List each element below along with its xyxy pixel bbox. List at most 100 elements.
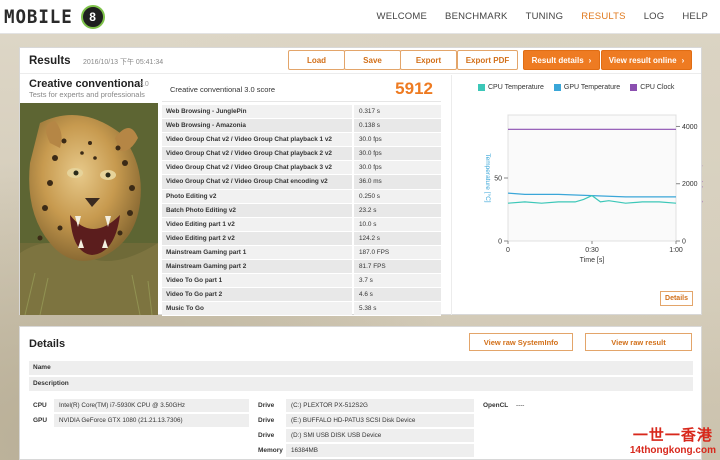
cpu-value: Intel(R) Core(TM) i7-5930K CPU @ 3.50GHz (54, 399, 249, 412)
subtest-row: Batch Photo Editing v2 23.2 s (162, 203, 441, 218)
drive-value: (E:) BUFFALO HD-PATU3 SCSI Disk Device (286, 414, 474, 427)
subtest-value: 10.0 s (354, 217, 441, 231)
y-left-tick-label: 50 (494, 176, 502, 183)
drive-label: Drive (258, 432, 275, 439)
description-label: Description (33, 380, 69, 387)
watermark-line-1: 一世一香港 (632, 427, 713, 444)
view-raw-result-button[interactable]: View raw result (585, 333, 692, 351)
export-button[interactable]: Export (400, 50, 457, 70)
subtest-name: Web Browsing - JunglePin (162, 105, 352, 119)
legend-item-cpu-clock: CPU Clock (630, 84, 674, 91)
test-version: 3.0 (139, 81, 149, 88)
drive-row-1: Drive (C:) PLEXTOR PX-512S2G (254, 399, 474, 412)
subtest-value: 124.2 s (354, 231, 441, 245)
chevron-right-icon: › (588, 55, 592, 65)
subtest-name: Video Group Chat v2 / Video Group Chat p… (162, 161, 352, 175)
subtest-name: Photo Editing v2 (162, 189, 352, 203)
drive-row-3: Drive (D:) SMI USB DISK USB Device (254, 429, 474, 442)
subtest-value: 0.317 s (354, 105, 441, 119)
app-logo: MOBILE 8 (4, 4, 136, 30)
y-left-tick-label: 0 (498, 239, 502, 246)
legend-label: CPU Clock (640, 84, 675, 91)
x-tick-label: 0:30 (585, 247, 599, 254)
nav-welcome[interactable]: WELCOME (377, 11, 428, 22)
score-label: Creative conventional 3.0 score (170, 85, 276, 94)
subtest-row: Web Browsing - JunglePin 0.317 s (162, 105, 441, 120)
results-header: Results 2016/10/13 下午 05:41:34 Load Save… (20, 48, 701, 74)
monitoring-chart-area: CPU Temperature GPU Temperature CPU Cloc… (451, 75, 703, 315)
subtest-row: Video Group Chat v2 / Video Group Chat p… (162, 133, 441, 148)
subtest-name: Video Group Chat v2 / Video Group Chat p… (162, 147, 352, 161)
results-panel: Results 2016/10/13 下午 05:41:34 Load Save… (19, 47, 703, 317)
memory-label: Memory (258, 447, 283, 454)
subtest-value: 30.0 fps (354, 147, 441, 161)
view-raw-systeminfo-button[interactable]: View raw SystemInfo (469, 333, 573, 351)
name-row: Name (29, 361, 693, 375)
y-left-axis-label: Temperature [°C] (484, 153, 492, 202)
subtest-row: Video Group Chat v2 / Video Group Chat p… (162, 161, 441, 176)
subtest-name: Video Group Chat v2 / Video Group Chat p… (162, 133, 352, 147)
name-label: Name (33, 364, 51, 371)
nav-tuning[interactable]: TUNING (526, 11, 564, 22)
x-tick-label: 0 (506, 247, 510, 254)
subtest-value: 0.138 s (354, 119, 441, 133)
logo-badge: 8 (80, 5, 105, 29)
subtest-name: Video Editing part 2 v2 (162, 231, 352, 245)
result-details-label: Result details (531, 55, 584, 65)
subtest-row: Video Editing part 2 v2 124.2 s (162, 231, 441, 246)
subtest-row: Video To Go part 2 4.6 s (162, 288, 441, 303)
drive-label: Drive (258, 402, 275, 409)
gpu-row: GPU NVIDIA GeForce GTX 1080 (21.21.13.73… (29, 414, 249, 427)
watermark-line-2: 14thongkong.com (629, 445, 716, 456)
opencl-label: OpenCL (483, 402, 509, 409)
subtest-value: 81.7 FPS (354, 260, 441, 274)
opencl-value: ---- (516, 402, 525, 409)
gpu-label: GPU (33, 417, 48, 424)
view-result-online-label: View result online (608, 55, 677, 65)
subtest-name: Mainstream Gaming part 1 (162, 245, 352, 260)
drive-value: (D:) SMI USB DISK USB Device (286, 429, 474, 442)
y-right-tick-label: 0 (682, 239, 686, 246)
subtest-name: Video To Go part 1 (162, 274, 352, 288)
result-details-button[interactable]: Result details › (523, 50, 600, 70)
subtest-row: Mainstream Gaming part 2 81.7 FPS (162, 260, 441, 275)
gpu-value: NVIDIA GeForce GTX 1080 (21.21.13.7306) (54, 414, 249, 427)
subtest-name: Music To Go (162, 302, 352, 316)
subtest-row: Video Editing part 1 v2 10.0 s (162, 217, 441, 232)
subtest-value: 187.0 FPS (354, 245, 441, 260)
leopard-image (20, 103, 158, 315)
subtest-name: Mainstream Gaming part 2 (162, 260, 352, 274)
legend-swatch (553, 84, 561, 91)
drive-row-2: Drive (E:) BUFFALO HD-PATU3 SCSI Disk De… (254, 414, 474, 427)
plot-area (507, 114, 677, 242)
cpu-row: CPU Intel(R) Core(TM) i7-5930K CPU @ 3.5… (29, 399, 249, 412)
y-right-axis-label: Frequency [MHz] (702, 153, 703, 203)
export-pdf-button[interactable]: Export PDF (457, 50, 518, 70)
nav-log[interactable]: LOG (644, 11, 665, 22)
save-button[interactable]: Save (344, 50, 401, 70)
results-date: 2016/10/13 下午 05:41:34 (83, 59, 164, 66)
main-nav: WELCOME BENCHMARK TUNING RESULTS LOG HEL… (359, 11, 708, 22)
legend-swatch (478, 84, 485, 91)
nav-help[interactable]: HELP (682, 11, 708, 22)
subtest-row: Photo Editing v2 0.250 s (162, 189, 441, 204)
score-value: 5912 (395, 79, 433, 98)
x-axis-label: Time [s] (580, 257, 605, 264)
subtest-name: Video Editing part 1 v2 (162, 217, 352, 231)
subtest-value: 30.0 fps (354, 161, 441, 175)
view-result-online-button[interactable]: View result online › (601, 50, 692, 70)
opencl-row: OpenCL ---- (479, 399, 589, 412)
chart-legend: CPU Temperature GPU Temperature CPU Cloc… (478, 84, 674, 91)
drive-value: (C:) PLEXTOR PX-512S2G (286, 399, 474, 412)
results-title: Results (29, 55, 71, 67)
subtest-row: Mainstream Gaming part 1 187.0 FPS (162, 245, 441, 261)
test-subtitle: Tests for experts and professionals (29, 90, 145, 99)
load-button[interactable]: Load (288, 50, 345, 70)
details-button[interactable]: Details (660, 291, 693, 306)
nav-benchmark[interactable]: BENCHMARK (445, 11, 508, 22)
legend-swatch (630, 84, 638, 91)
subtest-value: 4.6 s (354, 288, 441, 302)
subtest-name: Batch Photo Editing v2 (162, 203, 352, 217)
details-panel: Details View raw SystemInfo View raw res… (19, 326, 702, 460)
nav-results[interactable]: RESULTS (581, 11, 626, 22)
